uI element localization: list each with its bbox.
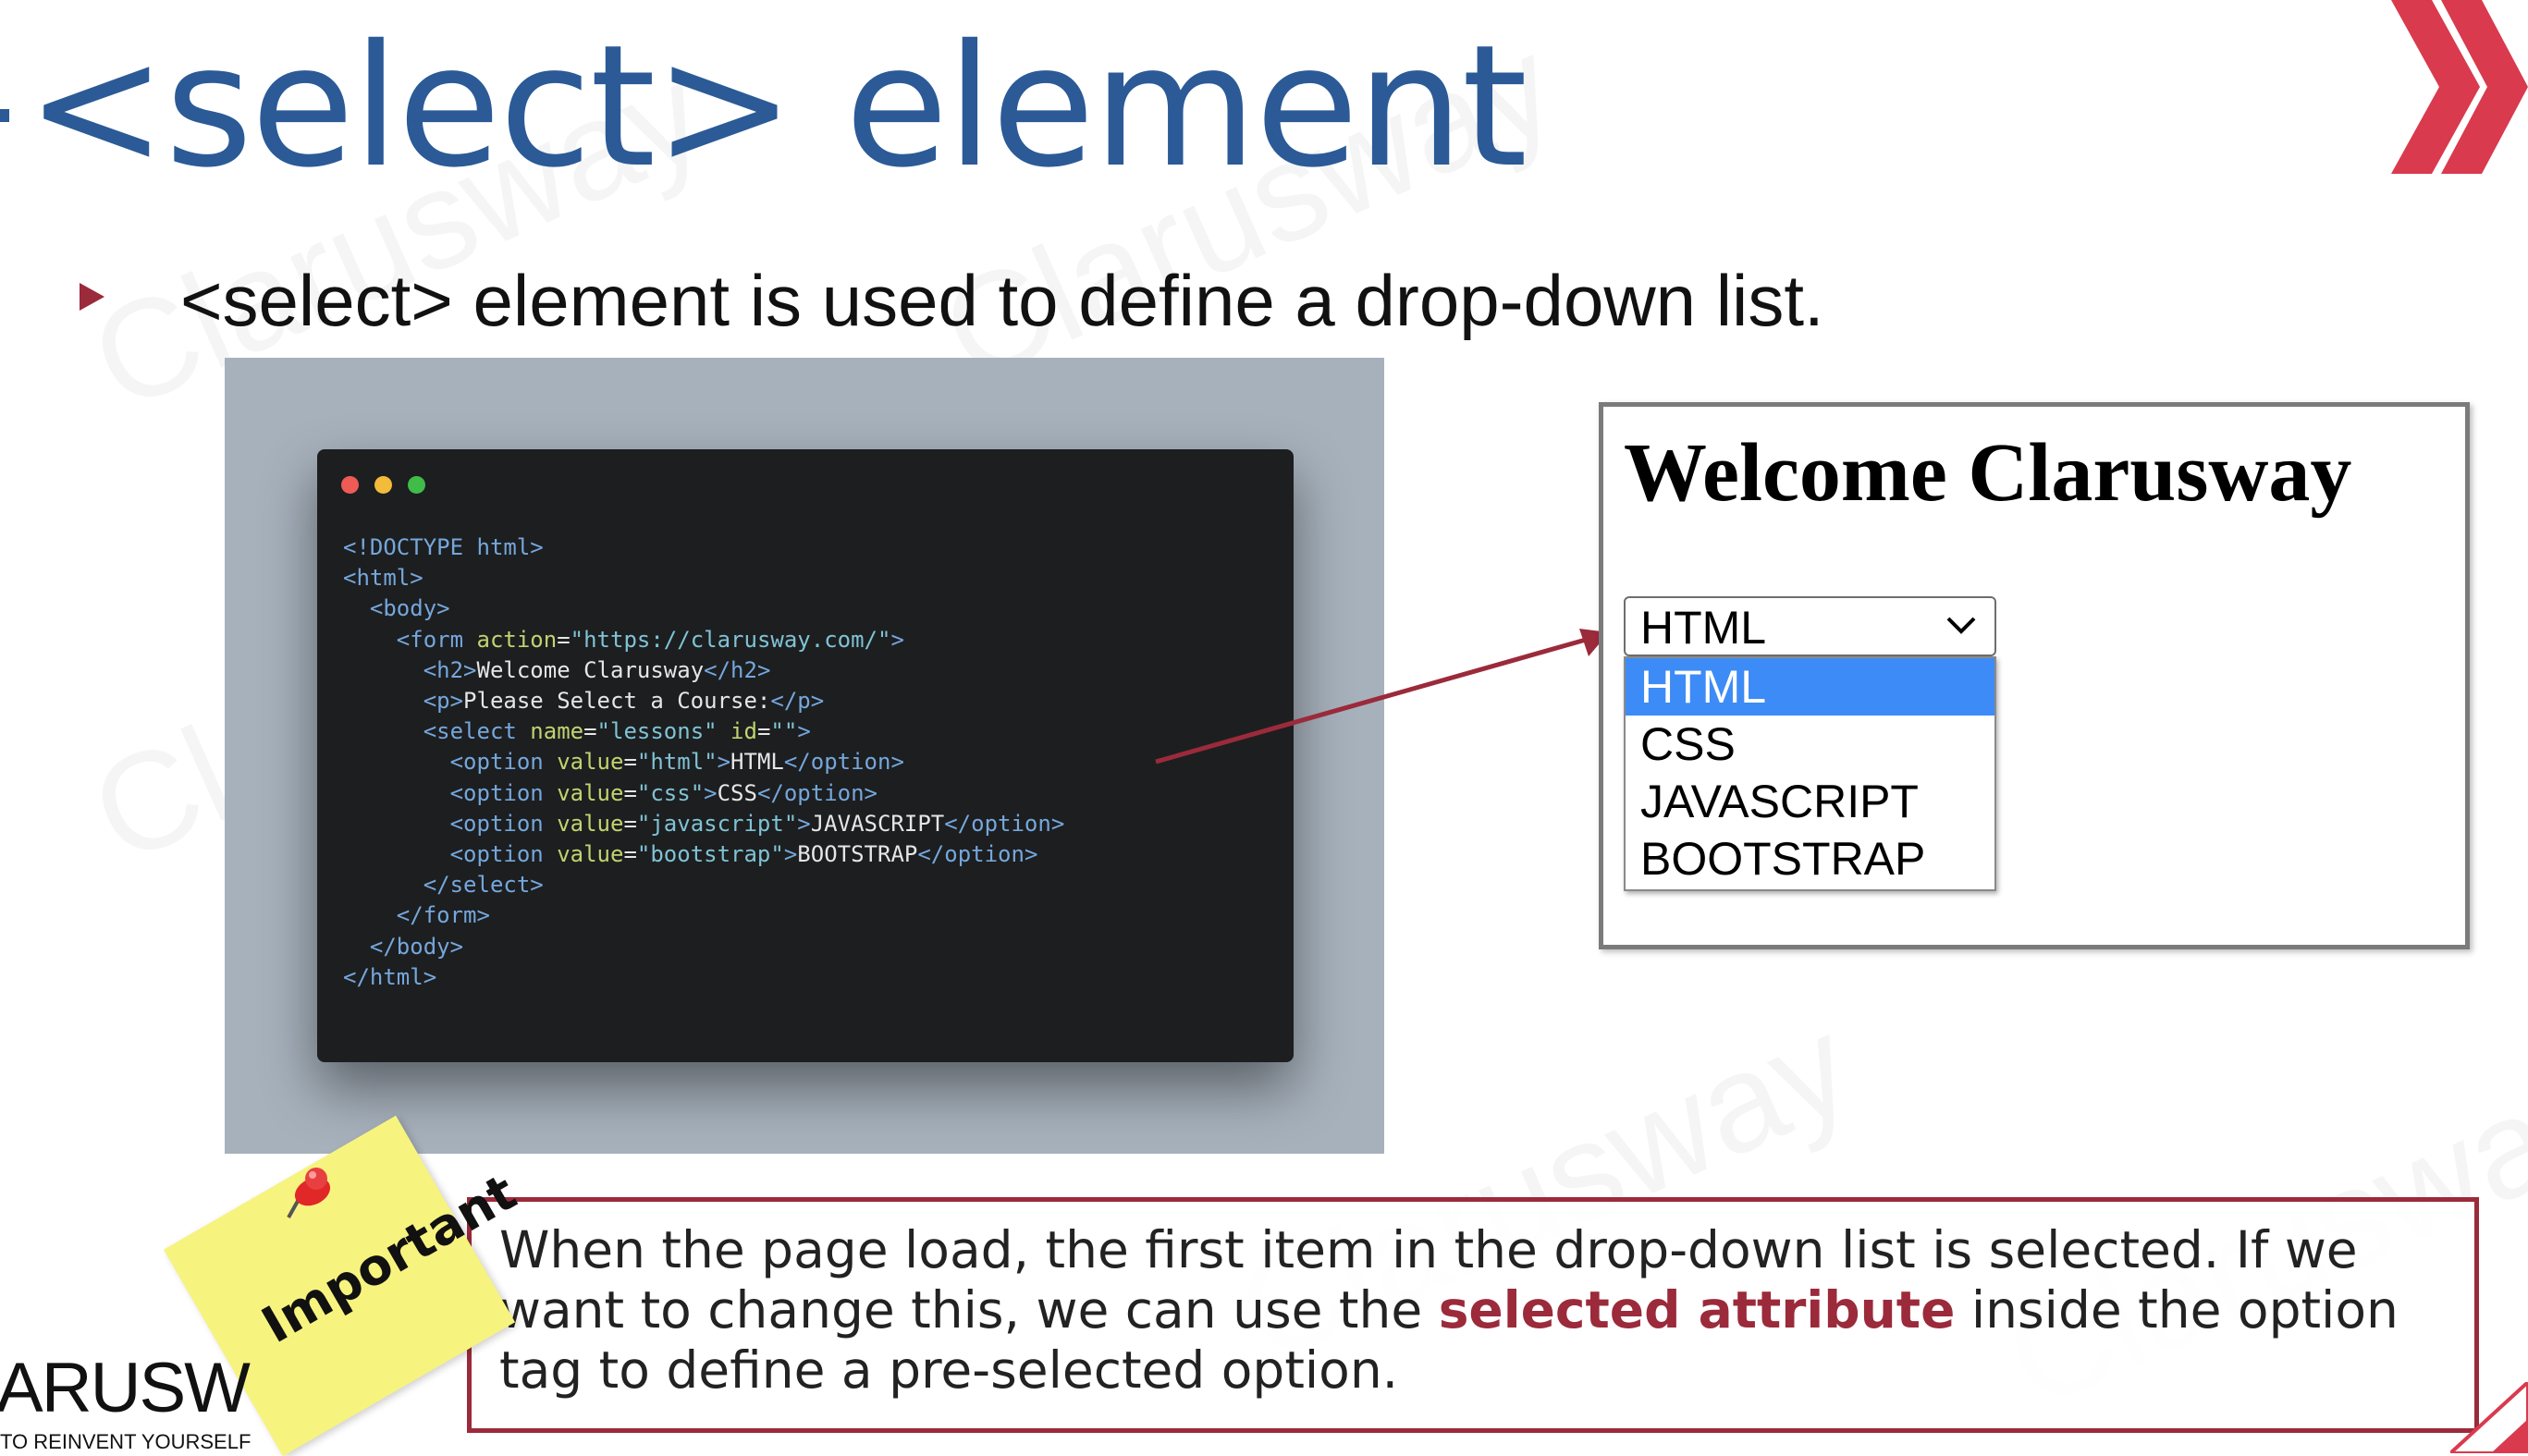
code-token: </form> <box>343 902 490 929</box>
code-token: = <box>623 749 637 776</box>
code-line: <body> <box>343 595 450 621</box>
code-token: "" <box>770 718 798 745</box>
bullet-text: <select> element is used to define a dro… <box>180 260 1824 341</box>
title-accent-mark <box>0 109 9 122</box>
browser-output-preview: Welcome Clarusway HTML HTML CSS JAVASCRI… <box>1599 402 2470 949</box>
code-token: </option> <box>944 810 1065 837</box>
code-token: "css" <box>636 779 705 806</box>
code-token: <h2> <box>343 656 477 683</box>
code-token: = <box>583 718 597 745</box>
code-token: <body> <box>343 595 450 622</box>
code-token: "javascript" <box>636 810 798 837</box>
code-token: Welcome Clarusway <box>476 656 705 683</box>
pushpin-icon <box>287 1168 331 1218</box>
code-line: <option value="javascript">JAVASCRIPT</o… <box>343 810 1065 837</box>
course-select-value: HTML <box>1640 602 1767 654</box>
code-token: > <box>717 749 731 776</box>
slide-title: <select> element <box>26 8 1528 204</box>
code-token: value <box>557 749 624 776</box>
code-token: </html> <box>343 963 437 990</box>
code-line: </body> <box>343 934 463 960</box>
code-token: <option <box>343 841 558 868</box>
code-token: </h2> <box>704 656 771 683</box>
code-line: <h2>Welcome Clarusway</h2> <box>343 656 771 683</box>
option-bootstrap[interactable]: BOOTSTRAP <box>1626 830 1994 887</box>
window-close-dot-icon <box>341 476 359 494</box>
code-token: <!DOCTYPE html> <box>343 534 544 560</box>
course-select[interactable]: HTML <box>1624 596 1996 656</box>
code-token: name <box>530 718 584 745</box>
code-token: </option> <box>917 841 1038 868</box>
pointer-arrow <box>1155 629 1609 765</box>
code-token: JAVASCRIPT <box>810 810 945 837</box>
option-javascript[interactable]: JAVASCRIPT <box>1626 773 1994 830</box>
code-token: value <box>557 810 624 837</box>
brand-tagline: TO REINVENT YOURSELF <box>0 1430 252 1453</box>
option-css[interactable]: CSS <box>1626 716 1994 773</box>
callout-highlight: selected attribute <box>1438 1280 1956 1340</box>
code-token: </select> <box>343 872 544 899</box>
code-token: = <box>756 718 771 745</box>
code-token: <select <box>343 718 531 745</box>
code-token: </option> <box>783 749 904 776</box>
code-token: > <box>797 810 811 837</box>
double-chevron-icon <box>2391 0 2528 174</box>
code-line: <html> <box>343 565 423 591</box>
code-token: "https://clarusway.com/" <box>570 626 891 653</box>
window-minimize-dot-icon <box>374 476 392 494</box>
code-token: = <box>557 626 571 653</box>
code-block: <!DOCTYPE html> <html> <body> <form acti… <box>343 532 1064 993</box>
code-token: <html> <box>343 565 423 592</box>
code-token: > <box>783 841 798 868</box>
code-line: <option value="bootstrap">BOOTSTRAP</opt… <box>343 841 1038 868</box>
code-token: value <box>557 841 624 868</box>
code-line: </form> <box>343 902 490 928</box>
code-line: <option value="css">CSS</option> <box>343 780 877 806</box>
code-token: = <box>623 810 637 837</box>
code-token: "lessons" <box>596 718 718 745</box>
option-html[interactable]: HTML <box>1626 658 1994 716</box>
code-token: > <box>704 779 718 806</box>
demo-heading: Welcome Clarusway <box>1624 427 2352 519</box>
code-line: <p>Please Select a Course:</p> <box>343 688 825 715</box>
code-token: CSS <box>717 779 757 806</box>
code-token: <p> <box>343 688 464 715</box>
code-token: BOOTSTRAP <box>797 841 918 868</box>
code-line: </select> <box>343 872 544 898</box>
code-line: <form action="https://clarusway.com/"> <box>343 627 904 653</box>
code-token: <option <box>343 810 558 837</box>
code-token: </p> <box>770 688 825 715</box>
code-token: </option> <box>756 779 877 806</box>
corner-decoration-icon <box>2450 1382 2528 1453</box>
bullet-marker <box>80 283 104 311</box>
code-token: </body> <box>343 933 464 960</box>
code-line: <!DOCTYPE html> <box>343 534 544 560</box>
code-token: <form <box>343 626 477 653</box>
code-token: = <box>623 841 637 868</box>
important-callout: When the page load, the first item in th… <box>467 1197 2479 1433</box>
code-line: </html> <box>343 964 436 990</box>
code-token: value <box>557 779 624 806</box>
window-maximize-dot-icon <box>408 476 425 494</box>
code-token: Please Select a Course: <box>463 688 771 715</box>
callout-text: When the page load, the first item in th… <box>499 1220 2469 1401</box>
code-token: "bootstrap" <box>636 841 784 868</box>
course-options-list: HTML CSS JAVASCRIPT BOOTSTRAP <box>1624 656 1996 891</box>
code-token: > <box>797 718 811 745</box>
code-line: <option value="html">HTML</option> <box>343 749 904 775</box>
brand-logo-text: ARUSW <box>0 1349 251 1427</box>
code-token: action <box>476 626 558 653</box>
code-line: <select name="lessons" id=""> <box>343 718 811 744</box>
code-token: <option <box>343 779 558 806</box>
code-token: > <box>890 626 904 653</box>
code-token: = <box>623 779 637 806</box>
code-token: id <box>730 718 757 745</box>
code-token: HTML <box>730 749 784 776</box>
code-token: "html" <box>636 749 718 776</box>
chevron-down-icon <box>1946 617 1976 634</box>
code-token: <option <box>343 749 558 776</box>
